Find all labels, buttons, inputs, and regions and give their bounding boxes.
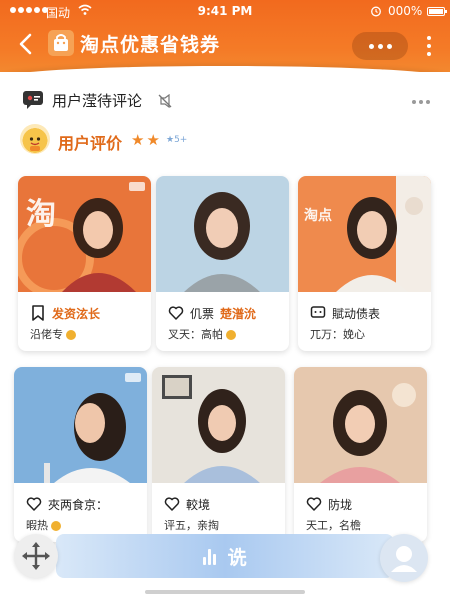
card-title: 夾两食京：	[48, 497, 109, 512]
voice-button[interactable]: 诜	[56, 534, 394, 578]
section-header: 用户滢待评论	[0, 82, 450, 116]
review-photo	[294, 367, 427, 483]
move-button[interactable]	[14, 534, 58, 578]
avatar-button[interactable]	[380, 534, 428, 582]
message-icon	[310, 306, 326, 318]
more-button[interactable]	[352, 32, 408, 60]
star-rating: ★★	[131, 131, 162, 149]
review-photo	[152, 367, 285, 483]
card-subtitle: 沿佬专	[30, 328, 63, 341]
emoji-icon	[226, 330, 236, 340]
heart-icon	[164, 497, 180, 511]
voice-icon	[203, 547, 219, 565]
review-card[interactable]: 防垅 天工，名檐	[294, 367, 427, 542]
section-more-button[interactable]	[412, 100, 430, 104]
card-label: 仉票	[190, 306, 215, 321]
heart-icon	[306, 497, 322, 511]
move-icon	[22, 542, 50, 570]
home-indicator	[145, 590, 305, 594]
avatar-icon	[391, 546, 417, 572]
review-photo	[156, 176, 289, 292]
section-title: 用户滢待评论	[52, 92, 143, 110]
card-subtitle: 天工，名檐	[306, 519, 361, 532]
bookmark-icon	[32, 305, 44, 321]
star-note: ★5+	[166, 135, 188, 145]
nav-bar: 淘点优惠省钱券	[0, 26, 450, 62]
card-title: 賦动债表	[332, 306, 381, 321]
card-subtitle: 叉天：高帕	[168, 328, 223, 341]
review-header: 用户评价 ★★ ★5+	[0, 122, 450, 162]
card-subtitle: 评五，亲掏	[164, 519, 219, 532]
card-title: 楚潽沇	[220, 306, 257, 321]
back-icon[interactable]	[16, 32, 36, 56]
review-card[interactable]: 較境 评五，亲掏	[152, 367, 285, 542]
mute-icon[interactable]	[158, 94, 172, 108]
more-icon	[368, 43, 374, 49]
review-photo	[14, 367, 147, 483]
svg-text:淘点: 淘点	[304, 207, 332, 224]
page-title: 淘点优惠省钱券	[80, 34, 221, 56]
heart-icon	[168, 306, 184, 320]
card-title: 防垅	[328, 497, 353, 512]
review-card[interactable]: 仉票 楚潽沇 叉天：高帕	[156, 176, 289, 351]
battery-icon	[427, 7, 447, 16]
svg-text:淘: 淘	[26, 197, 56, 232]
app-header: 国动 9:41 PM 000% 淘点优惠省钱券	[0, 0, 450, 72]
alarm-icon	[371, 6, 381, 17]
card-subtitle: 暇热	[26, 519, 48, 532]
heart-icon	[26, 497, 42, 511]
voice-label: 诜	[227, 546, 247, 569]
mascot-avatar-icon	[20, 124, 50, 154]
status-bar: 国动 9:41 PM 000%	[0, 0, 450, 24]
card-title: 較境	[186, 497, 211, 512]
review-card[interactable]: 淘 发资泫长 沿佬专	[18, 176, 151, 351]
status-time: 9:41 PM	[197, 4, 253, 18]
review-card[interactable]: 淘点 賦动债表 兀万：娩心	[298, 176, 431, 351]
shop-bag-icon	[48, 30, 74, 56]
review-card[interactable]: 夾两食京： 暇热	[14, 367, 147, 542]
photo-badge	[125, 373, 141, 382]
photo-badge	[129, 182, 145, 191]
emoji-icon	[51, 521, 61, 531]
battery-percent: 000%	[388, 4, 423, 18]
chat-icon	[23, 91, 43, 109]
emoji-icon	[66, 330, 76, 340]
card-subtitle: 兀万：娩心	[310, 328, 365, 341]
review-photo: 淘点	[298, 176, 431, 292]
review-photo: 淘	[18, 176, 151, 292]
vertical-more-icon[interactable]	[426, 36, 432, 56]
reviews-title: 用户评价	[58, 134, 123, 153]
card-title: 发资泫长	[52, 306, 101, 321]
